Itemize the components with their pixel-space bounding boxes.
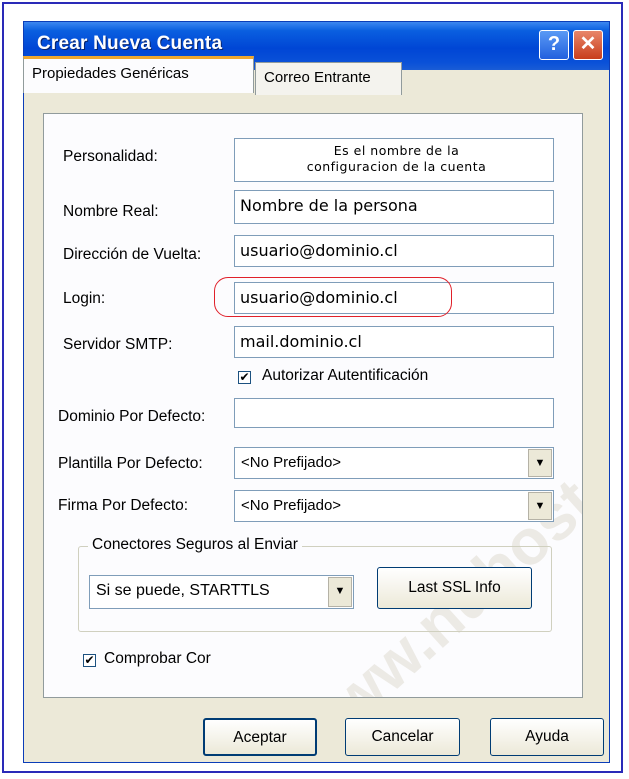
direccion-vuelta-field[interactable]: usuario@dominio.cl: [234, 235, 554, 267]
tab-correo-entrante[interactable]: Correo Entrante: [255, 62, 402, 95]
aceptar-button[interactable]: Aceptar: [203, 718, 317, 756]
cancelar-button[interactable]: Cancelar: [345, 718, 460, 756]
servidor-smtp-field[interactable]: mail.dominio.cl: [234, 326, 554, 358]
starttls-value: Si se puede, STARTTLS: [96, 582, 270, 599]
firma-label: Firma Por Defecto:: [58, 497, 189, 514]
autorizar-checkbox[interactable]: ✔: [238, 371, 251, 384]
plantilla-dropdown-arrow-icon[interactable]: ▼: [528, 449, 552, 477]
dominio-label: Dominio Por Defecto:: [58, 408, 206, 425]
tab-propiedades-genericas[interactable]: Propiedades Genéricas: [23, 56, 254, 93]
autorizar-label[interactable]: Autorizar Autentificación: [262, 367, 428, 385]
conectores-group-label: Conectores Seguros al Enviar: [88, 536, 302, 554]
firma-select[interactable]: <No Prefijado> ▼: [234, 490, 554, 522]
personalidad-field[interactable]: Es el nombre de la configuracion de la c…: [234, 138, 554, 182]
servidor-smtp-label: Servidor SMTP:: [63, 336, 173, 353]
close-button[interactable]: ✕: [573, 30, 603, 60]
personalidad-value-line2: configuracion de la cuenta: [306, 159, 487, 174]
window-title: Crear Nueva Cuenta: [37, 33, 223, 54]
last-ssl-info-button[interactable]: Last SSL Info: [377, 567, 532, 609]
login-label: Login:: [63, 290, 106, 307]
firma-dropdown-arrow-icon[interactable]: ▼: [528, 492, 552, 520]
starttls-select[interactable]: Si se puede, STARTTLS ▼: [89, 575, 354, 609]
direccion-vuelta-label: Dirección de Vuelta:: [63, 246, 202, 263]
plantilla-select[interactable]: <No Prefijado> ▼: [234, 447, 554, 479]
comprobar-label[interactable]: Comprobar Cor: [104, 650, 211, 668]
dominio-field[interactable]: [234, 398, 554, 428]
plantilla-value: <No Prefijado>: [241, 454, 342, 471]
starttls-dropdown-arrow-icon[interactable]: ▼: [328, 577, 352, 607]
nombre-real-label: Nombre Real:: [63, 203, 159, 220]
personalidad-label: Personalidad:: [63, 148, 158, 165]
highlight-oval: [214, 277, 452, 317]
plantilla-label: Plantilla Por Defecto:: [58, 455, 203, 472]
personalidad-value-line1: Es el nombre de la: [333, 143, 460, 158]
ayuda-button[interactable]: Ayuda: [490, 718, 604, 756]
firma-value: <No Prefijado>: [241, 497, 342, 514]
nombre-real-field[interactable]: Nombre de la persona: [234, 190, 554, 224]
help-title-button[interactable]: ?: [539, 30, 569, 60]
comprobar-checkbox[interactable]: ✔: [83, 654, 96, 667]
